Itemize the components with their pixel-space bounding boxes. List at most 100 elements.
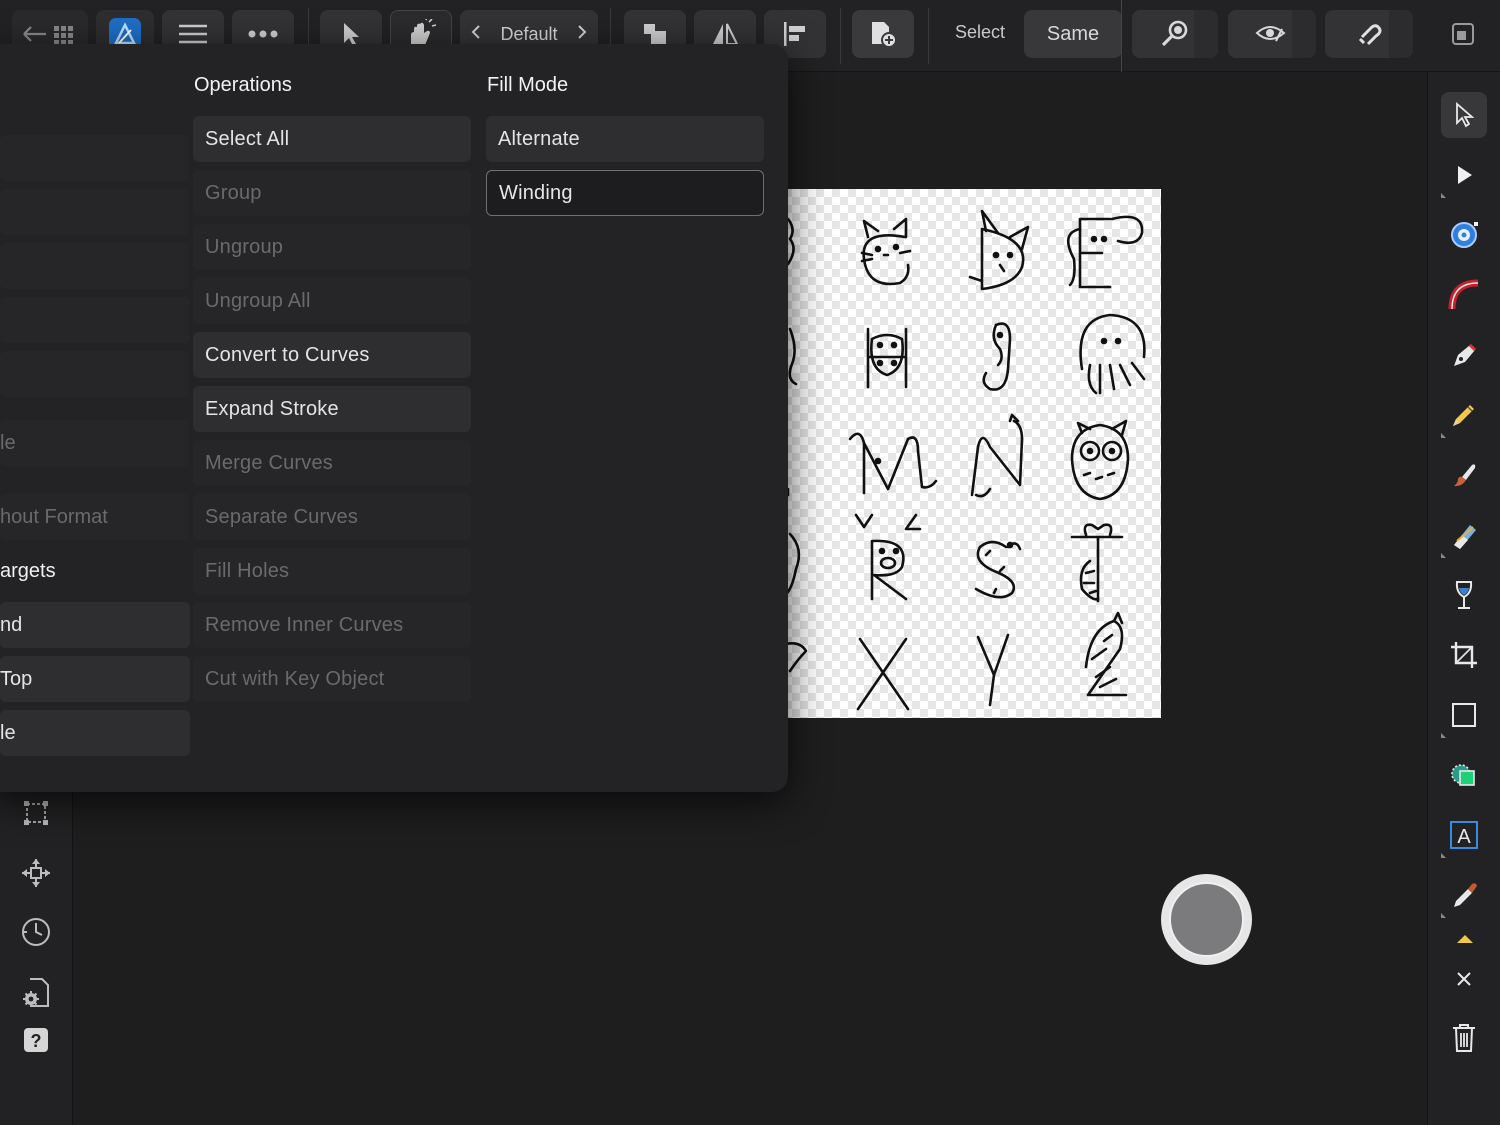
remove-inner-curves-button[interactable]: Remove Inner Curves bbox=[193, 602, 471, 648]
tools-rail: A bbox=[1427, 72, 1500, 1125]
flyout-indicator bbox=[1441, 553, 1446, 558]
flyout-indicator bbox=[1441, 193, 1446, 198]
octopus-doodle bbox=[1079, 313, 1146, 395]
fill-mode-alternate-button[interactable]: Alternate bbox=[486, 116, 764, 162]
history-panel-button[interactable] bbox=[18, 914, 54, 950]
select-same-label: Same bbox=[1046, 22, 1100, 45]
fox-doodle bbox=[968, 209, 1030, 291]
shape-builder-icon bbox=[1451, 764, 1475, 786]
document-artboard[interactable] bbox=[760, 189, 1161, 718]
move-tool[interactable] bbox=[1441, 92, 1487, 138]
help-button[interactable]: ? bbox=[18, 1022, 54, 1058]
menu-item-clipped[interactable]: nd bbox=[0, 602, 190, 648]
magnet-icon bbox=[1358, 24, 1382, 46]
wine-glass-icon bbox=[1455, 581, 1473, 609]
ruler-icon bbox=[1457, 935, 1473, 943]
pencil-tool[interactable] bbox=[1441, 392, 1487, 438]
corner-tool[interactable] bbox=[1441, 272, 1487, 318]
chevron-left-icon[interactable] bbox=[470, 24, 482, 45]
flyout-indicator bbox=[1441, 913, 1446, 918]
edit-menu-popover: ide le hout Format argets nd Top le Oper… bbox=[0, 44, 788, 792]
separate-curves-button[interactable]: Separate Curves bbox=[193, 494, 471, 540]
merge-curves-button[interactable]: Merge Curves bbox=[193, 440, 471, 486]
transparency-tool[interactable] bbox=[1441, 572, 1487, 618]
pen-tool[interactable] bbox=[1441, 332, 1487, 378]
menu-item-clipped bbox=[0, 135, 190, 181]
letter-m-doodle bbox=[848, 432, 938, 495]
svg-text:A: A bbox=[1457, 826, 1471, 848]
chevron-right-icon[interactable] bbox=[576, 24, 588, 45]
cow-doodle bbox=[866, 327, 908, 389]
menu-item-clipped: hout Format bbox=[0, 494, 190, 540]
window-toggle-icon bbox=[1452, 23, 1474, 45]
letter-y-doodle bbox=[976, 633, 1010, 707]
measure-tool[interactable] bbox=[1441, 928, 1487, 950]
transform-panel-button[interactable] bbox=[18, 795, 54, 831]
question-icon: ? bbox=[24, 1028, 48, 1052]
snake-doodle bbox=[974, 540, 1022, 599]
shape-builder-tool[interactable] bbox=[1441, 752, 1487, 798]
flyout-indicator bbox=[1441, 733, 1446, 738]
rectangle-tool[interactable] bbox=[1441, 692, 1487, 738]
magnifier-icon bbox=[1161, 20, 1188, 47]
add-document-icon bbox=[872, 22, 897, 48]
document-settings-button[interactable] bbox=[18, 975, 54, 1011]
studio-preset-label: Default bbox=[500, 23, 558, 44]
select-all-button[interactable]: Select All bbox=[193, 116, 471, 162]
eye-hidden-icon bbox=[1255, 26, 1286, 42]
flyout-indicator bbox=[1441, 853, 1446, 858]
delete-button[interactable] bbox=[1441, 1015, 1487, 1061]
contour-tool[interactable] bbox=[1441, 212, 1487, 258]
zebra-z-doodle bbox=[1084, 611, 1128, 697]
expand-stroke-button[interactable]: Expand Stroke bbox=[193, 386, 471, 432]
eyedropper-icon bbox=[1454, 883, 1477, 907]
convert-to-curves-button[interactable]: Convert to Curves bbox=[193, 332, 471, 378]
select-same-button[interactable]: Same bbox=[1024, 10, 1122, 58]
trash-icon bbox=[1453, 1024, 1475, 1052]
vector-brush-tool[interactable] bbox=[1441, 452, 1487, 498]
menu-item-clipped-label: hout Format bbox=[0, 505, 108, 528]
hide-ui-button[interactable] bbox=[1440, 10, 1486, 58]
back-grid-icon bbox=[23, 26, 73, 45]
menu-item-clipped: le bbox=[0, 420, 190, 466]
toolbar-divider bbox=[840, 8, 841, 64]
document-gear-icon bbox=[23, 978, 49, 1007]
node-tool[interactable] bbox=[1441, 152, 1487, 198]
color-picker-tool[interactable] bbox=[1441, 872, 1487, 918]
view-mode-button[interactable] bbox=[1228, 10, 1316, 58]
elephant-doodle bbox=[1066, 215, 1144, 289]
menu-item-clipped[interactable]: Top bbox=[0, 656, 190, 702]
find-button[interactable] bbox=[1132, 10, 1218, 58]
contour-icon bbox=[1451, 222, 1478, 248]
fill-mode-winding-button[interactable]: Winding bbox=[486, 170, 764, 216]
insert-button[interactable] bbox=[852, 10, 914, 58]
close-tools-button[interactable] bbox=[1441, 956, 1487, 1002]
ellipsis-icon bbox=[248, 30, 278, 38]
record-button-inner bbox=[1169, 882, 1244, 957]
svg-text:?: ? bbox=[31, 1031, 42, 1051]
rectangle-icon bbox=[1452, 703, 1476, 727]
snapping-button[interactable] bbox=[1325, 10, 1413, 58]
group-button[interactable]: Group bbox=[193, 170, 471, 216]
menu-item-clipped[interactable]: le bbox=[0, 710, 190, 756]
pen-nib-icon bbox=[1454, 343, 1477, 366]
cut-with-key-object-button[interactable]: Cut with Key Object bbox=[193, 656, 471, 702]
menu-item-clipped-label: le bbox=[0, 721, 16, 744]
ungroup-button[interactable]: Ungroup bbox=[193, 224, 471, 270]
gradient-brush-icon bbox=[1454, 525, 1476, 549]
fill-tool[interactable] bbox=[1441, 512, 1487, 558]
text-frame-icon: A bbox=[1450, 821, 1478, 849]
menu-item-clipped bbox=[0, 243, 190, 289]
navigator-panel-button[interactable] bbox=[18, 855, 54, 891]
crop-icon bbox=[1451, 642, 1477, 668]
cat-doodle bbox=[860, 217, 912, 286]
menu-item-clipped-label: nd bbox=[0, 613, 23, 636]
crop-tool[interactable] bbox=[1441, 632, 1487, 678]
record-button[interactable] bbox=[1161, 874, 1252, 965]
artistic-text-tool[interactable]: A bbox=[1441, 812, 1487, 858]
menu-item-clipped bbox=[0, 297, 190, 343]
pointer-outline-icon bbox=[1456, 102, 1475, 128]
clock-history-icon bbox=[22, 918, 50, 946]
ungroup-all-button[interactable]: Ungroup All bbox=[193, 278, 471, 324]
fill-holes-button[interactable]: Fill Holes bbox=[193, 548, 471, 594]
